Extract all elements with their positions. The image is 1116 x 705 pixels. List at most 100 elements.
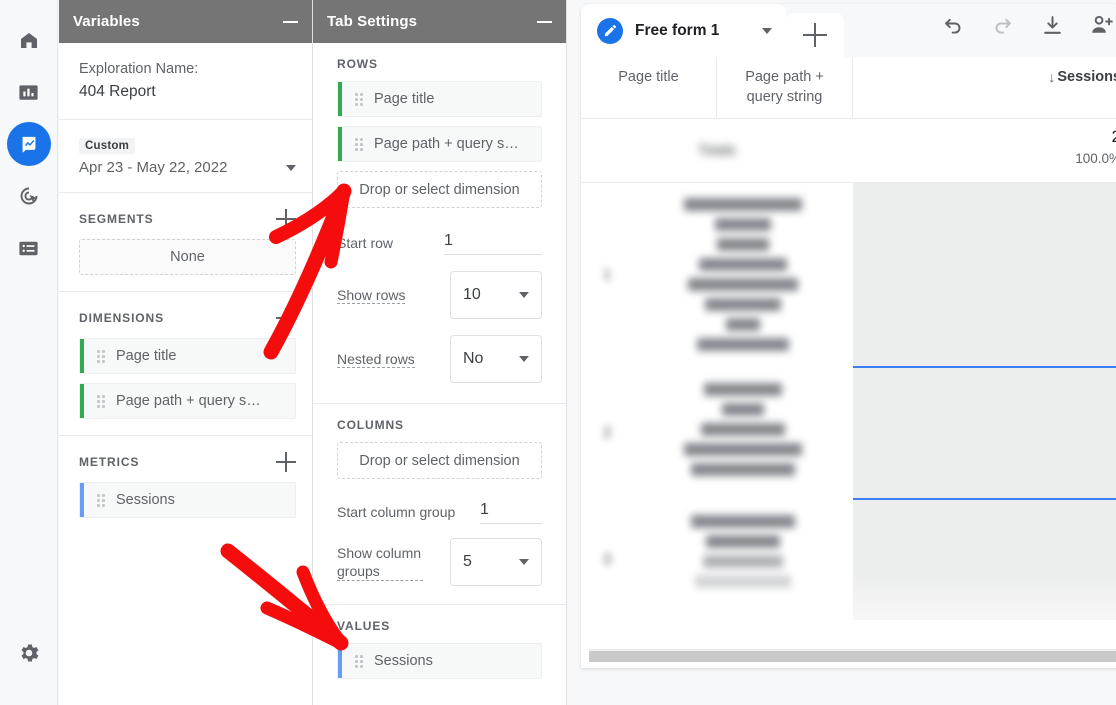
metric-label: Sessions: [116, 492, 175, 508]
exploration-name-section: Exploration Name: 404 Report: [59, 43, 312, 120]
show-column-groups-select[interactable]: 5: [450, 538, 542, 586]
values-title: VALUES: [337, 619, 542, 633]
show-rows-value: 10: [463, 286, 481, 304]
date-range-section[interactable]: Custom Apr 23 - May 22, 2022: [59, 120, 312, 193]
segments-empty[interactable]: None: [79, 239, 296, 275]
collapse-variables-button[interactable]: [283, 21, 298, 23]
chevron-down-icon: [519, 356, 529, 362]
drag-handle-icon[interactable]: [354, 92, 364, 106]
start-column-group-input[interactable]: 1: [480, 501, 542, 524]
variables-panel: Variables Exploration Name: 404 Report C…: [59, 0, 313, 705]
add-dimension-button[interactable]: [276, 308, 296, 328]
target-cursor-icon: [17, 184, 41, 208]
chip-accent: [80, 339, 84, 373]
nav-item-advertising[interactable]: [7, 174, 51, 218]
table-row[interactable]: 1: [581, 183, 1116, 366]
dimension-chip[interactable]: Page title: [79, 338, 296, 374]
tab-settings-header: Tab Settings: [313, 0, 566, 43]
horizontal-scrollbar[interactable]: [589, 649, 1116, 662]
metrics-section: METRICS Sessions: [59, 436, 312, 534]
exploration-name-label: Exploration Name:: [79, 59, 296, 80]
report-toolbar: [940, 12, 1116, 43]
variables-panel-title: Variables: [73, 13, 140, 30]
nested-rows-label: Nested rows: [337, 351, 415, 368]
nested-rows-select[interactable]: No: [450, 335, 542, 383]
values-metric-chip[interactable]: Sessions: [337, 643, 542, 679]
metrics-title: METRICS: [79, 455, 139, 469]
chevron-down-icon: [519, 292, 529, 298]
chip-accent: [80, 384, 84, 418]
tab-settings-panel: Tab Settings ROWS Page title Page path +…: [313, 0, 567, 705]
collapse-tab-settings-button[interactable]: [537, 21, 552, 23]
columns-drop-zone[interactable]: Drop or select dimension: [337, 442, 542, 479]
chip-accent: [338, 644, 342, 678]
nav-item-home[interactable]: [7, 18, 51, 62]
download-button[interactable]: [1040, 13, 1065, 43]
start-row-label: Start row: [337, 235, 393, 251]
left-nav-rail: [0, 0, 58, 705]
show-rows-select[interactable]: 10: [450, 271, 542, 319]
dimensions-title: DIMENSIONS: [79, 311, 164, 325]
drag-handle-icon[interactable]: [354, 137, 364, 151]
variables-panel-header: Variables: [59, 0, 312, 43]
metric-chip[interactable]: Sessions: [79, 482, 296, 518]
drag-handle-icon[interactable]: [96, 349, 106, 363]
rows-dimension-chip[interactable]: Page title: [337, 81, 542, 117]
table-totals-row: Totals 2 100.0%: [581, 119, 1116, 183]
totals-values: 2 100.0%: [853, 119, 1116, 182]
exploration-name-value[interactable]: 404 Report: [79, 80, 296, 103]
drag-handle-icon[interactable]: [354, 654, 364, 668]
row-index: 2: [581, 368, 633, 498]
add-segment-button[interactable]: [276, 209, 296, 229]
table-row[interactable]: 3: [581, 500, 1116, 620]
list-icon: [17, 237, 40, 260]
drag-handle-icon[interactable]: [96, 493, 106, 507]
nested-rows-value: No: [463, 350, 483, 368]
share-button[interactable]: [1089, 12, 1115, 43]
row-dimension-blurred: [633, 368, 853, 498]
show-rows-label: Show rows: [337, 287, 405, 304]
dimension-label: Page title: [116, 348, 176, 364]
gear-icon: [17, 641, 41, 665]
rows-drop-zone[interactable]: Drop or select dimension: [337, 171, 542, 208]
add-metric-button[interactable]: [276, 452, 296, 472]
column-header-sessions[interactable]: ↓ Sessions: [853, 57, 1116, 118]
drag-handle-icon[interactable]: [96, 394, 106, 408]
nav-item-explore[interactable]: [7, 122, 51, 166]
rows-title: ROWS: [337, 57, 542, 71]
ga4-exploration-screen: Variables Exploration Name: 404 Report C…: [0, 0, 1116, 705]
scrollbar-thumb[interactable]: [589, 651, 1116, 662]
chevron-down-icon: [519, 559, 529, 565]
undo-button[interactable]: [940, 12, 966, 43]
add-tab-button[interactable]: [786, 13, 844, 57]
row-sessions-bar: [853, 500, 1116, 620]
date-range-badge: Custom: [79, 138, 135, 154]
row-index: 3: [581, 500, 633, 620]
nav-item-configure[interactable]: [7, 226, 51, 270]
column-header-page-path[interactable]: Page path + query string: [717, 57, 853, 118]
explore-icon: [18, 133, 40, 155]
chevron-down-icon[interactable]: [762, 28, 772, 34]
dimension-chip[interactable]: Page path + query s…: [79, 383, 296, 419]
rows-dimension-chip[interactable]: Page path + query s…: [337, 126, 542, 162]
chip-accent: [80, 483, 84, 517]
start-row-input[interactable]: 1: [444, 232, 542, 255]
row-dimension-blurred: [633, 500, 853, 620]
nav-item-reports[interactable]: [7, 70, 51, 114]
nav-item-admin[interactable]: [7, 631, 51, 675]
chevron-down-icon[interactable]: [286, 165, 296, 171]
redo-button[interactable]: [990, 12, 1016, 43]
arrow-down-icon: ↓: [1048, 67, 1055, 87]
report-canvas: Free form 1: [581, 4, 1116, 668]
show-column-groups-value: 5: [463, 553, 472, 571]
report-tab-bar: Free form 1: [581, 4, 1116, 57]
tab-free-form-1[interactable]: Free form 1: [581, 4, 786, 57]
tab-settings-title: Tab Settings: [327, 13, 417, 30]
values-section: VALUES Sessions: [313, 605, 566, 695]
column-header-page-title[interactable]: Page title: [581, 57, 717, 118]
date-range-value: Apr 23 - May 22, 2022: [79, 159, 227, 176]
row-sessions-bar: [853, 183, 1116, 366]
totals-sessions-value: 2: [853, 125, 1116, 149]
table-row[interactable]: 2: [581, 368, 1116, 498]
dimensions-section: DIMENSIONS Page title Page path + query …: [59, 292, 312, 436]
